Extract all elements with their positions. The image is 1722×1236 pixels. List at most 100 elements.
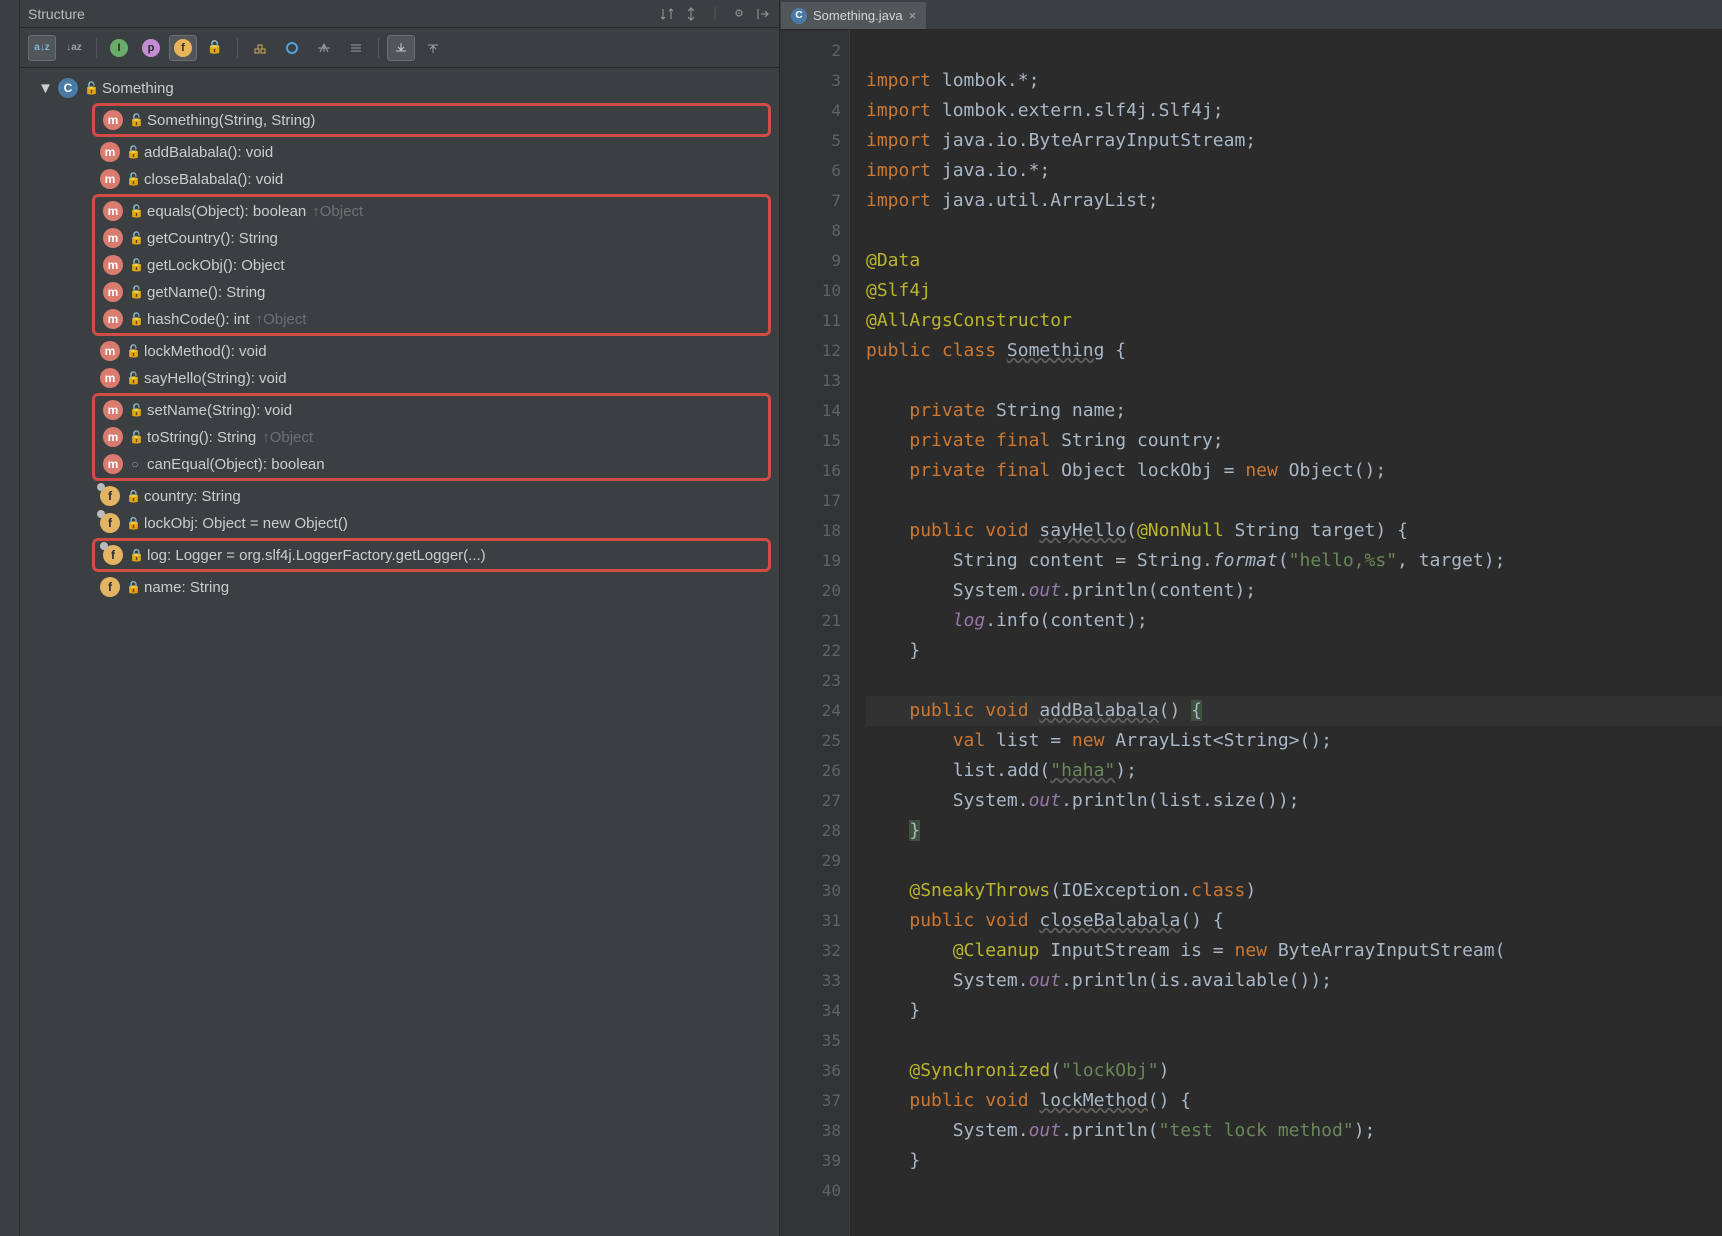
override-super-label: ↑Object xyxy=(256,311,307,328)
show-fields-button[interactable]: f xyxy=(169,35,197,61)
private-modifier-icon: 🔒 xyxy=(126,489,138,503)
collapse-all-button[interactable] xyxy=(419,35,447,61)
code[interactable]: import lombok.*;import lombok.extern.slf… xyxy=(850,30,1722,1236)
public-modifier-icon: 🔓 xyxy=(126,371,138,385)
highlight-group: m 🔓 Something(String, String) xyxy=(92,103,771,137)
java-class-icon: C xyxy=(791,8,807,24)
code-area[interactable]: 2345678910111213141516171819202122232425… xyxy=(780,30,1722,1236)
show-anonymous-button[interactable] xyxy=(278,35,306,61)
gutter: 2345678910111213141516171819202122232425… xyxy=(780,30,850,1236)
expand-all-button[interactable] xyxy=(387,35,415,61)
method-node[interactable]: m 🔓 addBalabala(): void xyxy=(20,139,779,165)
show-properties-button[interactable]: p xyxy=(137,35,165,61)
class-icon: C xyxy=(58,78,78,98)
field-icon: f xyxy=(100,486,120,506)
public-modifier-icon: 🔓 xyxy=(129,113,141,127)
method-icon: m xyxy=(100,142,120,162)
method-icon: m xyxy=(100,341,120,361)
field-icon: f xyxy=(100,513,120,533)
class-node[interactable]: ▼ C 🔓 Something xyxy=(20,75,779,101)
public-modifier-icon: 🔓 xyxy=(84,81,96,95)
field-node[interactable]: f 🔒 name: String xyxy=(20,574,779,600)
toolbar-separator xyxy=(237,38,238,58)
node-label: log: Logger = org.slf4j.LoggerFactory.ge… xyxy=(147,547,486,564)
editor-tabbar: C Something.java × xyxy=(780,0,1722,30)
node-label: Something(String, String) xyxy=(147,112,315,129)
structure-tree[interactable]: ▼ C 🔓 Something m 🔓 Something(String, Stri… xyxy=(20,68,779,1236)
editor-pane: C Something.java × 234567891011121314151… xyxy=(780,0,1722,1236)
public-modifier-icon: 🔓 xyxy=(129,258,141,272)
expand-arrow-icon[interactable]: ▼ xyxy=(38,80,52,97)
node-label: lockMethod(): void xyxy=(144,343,267,360)
structure-title: Structure xyxy=(28,6,85,22)
sort-alpha-asc-button[interactable]: a↓z xyxy=(28,35,56,61)
override-super-label: ↑Object xyxy=(312,203,363,220)
show-private-button[interactable]: 🔒 xyxy=(201,35,229,61)
public-modifier-icon: 🔓 xyxy=(126,344,138,358)
method-node[interactable]: m🔓setName(String): void xyxy=(95,397,768,423)
method-node[interactable]: m🔓toString(): String ↑Object xyxy=(95,424,768,450)
method-node[interactable]: m 🔓 sayHello(String): void xyxy=(20,365,779,391)
method-node[interactable]: m🔓getName(): String xyxy=(95,279,768,305)
method-icon: m xyxy=(100,368,120,388)
toolbar-separator xyxy=(378,38,379,58)
method-icon: m xyxy=(103,201,123,221)
structure-pane: Structure | ⚙ a↓z ↓az I p f 🔒 ▼ C 🔓 Some… xyxy=(20,0,780,1236)
node-label: canEqual(Object): boolean xyxy=(147,456,325,473)
method-icon: m xyxy=(103,454,123,474)
node-label: getCountry(): String xyxy=(147,230,278,247)
method-icon: m xyxy=(103,110,123,130)
structure-toolbar: a↓z ↓az I p f 🔒 xyxy=(20,28,779,68)
node-label: hashCode(): int xyxy=(147,311,250,328)
node-label: addBalabala(): void xyxy=(144,144,273,161)
node-label: equals(Object): boolean xyxy=(147,203,306,220)
public-modifier-icon: 🔓 xyxy=(129,312,141,326)
private-modifier-icon: 🔒 xyxy=(126,580,138,594)
private-modifier-icon: 🔒 xyxy=(129,548,141,562)
show-inherited-button[interactable] xyxy=(246,35,274,61)
gear-icon[interactable]: ⚙ xyxy=(731,6,747,22)
autoscroll-icon[interactable] xyxy=(683,6,699,22)
method-node[interactable]: m🔓equals(Object): boolean ↑Object xyxy=(95,198,768,224)
node-label: toString(): String xyxy=(147,429,256,446)
highlight-group: f 🔒 log: Logger = org.slf4j.LoggerFactory.… xyxy=(92,538,771,572)
field-icon: f xyxy=(100,577,120,597)
show-interfaces-button[interactable]: I xyxy=(105,35,133,61)
method-node[interactable]: m🔓closeBalabala(): void xyxy=(20,166,779,192)
node-label: getLockObj(): Object xyxy=(147,257,285,274)
method-icon: m xyxy=(103,255,123,275)
project-tool-stripe[interactable] xyxy=(0,0,20,1236)
sort-alpha-desc-button[interactable]: ↓az xyxy=(60,35,88,61)
public-modifier-icon: 🔓 xyxy=(129,403,141,417)
method-icon: m xyxy=(100,169,120,189)
method-node[interactable]: m 🔓 getLockObj(): Object xyxy=(95,252,768,278)
method-node[interactable]: m 🔓 lockMethod(): void xyxy=(20,338,779,364)
show-supertypes-button[interactable] xyxy=(342,35,370,61)
scroll-from-source-icon[interactable] xyxy=(659,6,675,22)
close-tab-icon[interactable]: × xyxy=(909,8,917,23)
field-node[interactable]: f🔒lockObj: Object = new Object() xyxy=(20,510,779,536)
node-label: country: String xyxy=(144,488,241,505)
node-label: closeBalabala(): void xyxy=(144,171,283,188)
method-icon: m xyxy=(103,427,123,447)
show-lambdas-button[interactable] xyxy=(310,35,338,61)
public-modifier-icon: 🔓 xyxy=(129,231,141,245)
hide-icon[interactable] xyxy=(755,6,771,22)
node-label: sayHello(String): void xyxy=(144,370,287,387)
field-node[interactable]: f 🔒 log: Logger = org.slf4j.LoggerFactory.… xyxy=(95,542,768,568)
field-node[interactable]: f 🔒 country: String xyxy=(20,483,779,509)
private-modifier-icon: 🔒 xyxy=(126,516,138,530)
class-name: Something xyxy=(102,80,174,97)
tab-label: Something.java xyxy=(813,8,903,23)
editor-tab[interactable]: C Something.java × xyxy=(780,1,927,29)
public-modifier-icon: 🔓 xyxy=(126,145,138,159)
method-node[interactable]: m🔓getCountry(): String xyxy=(95,225,768,251)
field-icon: f xyxy=(103,545,123,565)
method-node[interactable]: m 🔓 Something(String, String) xyxy=(95,107,768,133)
highlight-group: m🔓equals(Object): boolean ↑Objectm🔓getCo… xyxy=(92,194,771,336)
method-node[interactable]: m🔓hashCode(): int ↑Object xyxy=(95,306,768,332)
method-icon: m xyxy=(103,282,123,302)
node-label: name: String xyxy=(144,579,229,596)
method-node[interactable]: m○canEqual(Object): boolean xyxy=(95,451,768,477)
structure-header: Structure | ⚙ xyxy=(20,0,779,28)
